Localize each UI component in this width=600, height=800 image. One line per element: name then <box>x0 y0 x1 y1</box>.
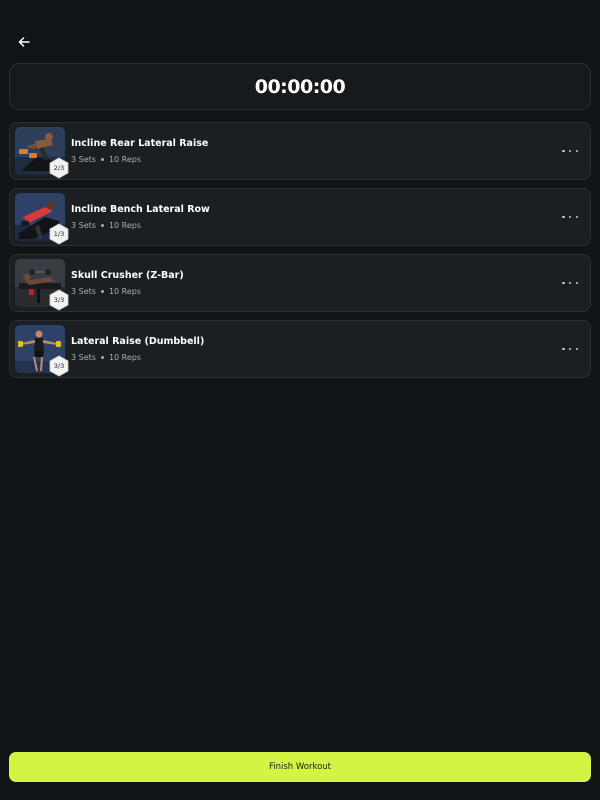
exercise-sets: 3 Sets <box>71 353 96 362</box>
exercise-meta: 3 Sets 10 Reps <box>71 353 141 362</box>
exercise-name: Incline Bench Lateral Row <box>71 204 210 215</box>
more-options-button[interactable] <box>562 211 578 223</box>
more-options-button[interactable] <box>562 277 578 289</box>
exercise-reps: 10 Reps <box>108 353 142 362</box>
exercise-name: Skull Crusher (Z-Bar) <box>71 270 184 281</box>
exercise-card[interactable]: 3/3 Lateral Raise (Dumbbell) 3 Sets 10 R… <box>9 320 591 378</box>
more-options-button[interactable] <box>562 343 578 355</box>
separator-dot <box>100 356 104 359</box>
exercise-meta: 3 Sets 10 Reps <box>71 155 141 164</box>
finish-workout-button[interactable]: Finish Workout <box>9 752 591 782</box>
exercise-sets: 3 Sets <box>71 155 96 164</box>
set-progress-badge: 1/3 <box>48 223 70 245</box>
more-horizontal-icon <box>562 281 578 285</box>
timer-card: 00:00:00 <box>9 63 591 110</box>
back-button[interactable] <box>14 32 34 52</box>
exercise-name: Lateral Raise (Dumbbell) <box>71 336 205 347</box>
exercise-card[interactable]: 3/3 Skull Crusher (Z-Bar) 3 Sets 10 Reps <box>9 254 591 312</box>
exercise-meta: 3 Sets 10 Reps <box>71 287 141 296</box>
more-horizontal-icon <box>562 149 578 153</box>
exercise-card[interactable]: 1/3 Incline Bench Lateral Row 3 Sets 10 … <box>9 188 591 246</box>
separator-dot <box>100 290 104 293</box>
exercise-sets: 3 Sets <box>71 221 96 230</box>
exercise-list: 2/3 Incline Rear Lateral Raise 3 Sets 10… <box>9 122 591 386</box>
set-progress-badge: 3/3 <box>48 355 70 377</box>
arrow-left-icon <box>18 37 30 47</box>
more-options-button[interactable] <box>562 145 578 157</box>
timer-display: 00:00:00 <box>254 75 346 98</box>
exercise-name: Incline Rear Lateral Raise <box>71 138 209 149</box>
separator-dot <box>100 158 104 161</box>
separator-dot <box>100 224 104 227</box>
exercise-reps: 10 Reps <box>108 155 142 164</box>
exercise-sets: 3 Sets <box>71 287 96 296</box>
exercise-reps: 10 Reps <box>108 287 142 296</box>
more-horizontal-icon <box>562 347 578 351</box>
set-progress-badge: 2/3 <box>48 157 70 179</box>
more-horizontal-icon <box>562 215 578 219</box>
set-progress-badge: 3/3 <box>48 289 70 311</box>
exercise-reps: 10 Reps <box>108 221 142 230</box>
exercise-meta: 3 Sets 10 Reps <box>71 221 141 230</box>
exercise-card[interactable]: 2/3 Incline Rear Lateral Raise 3 Sets 10… <box>9 122 591 180</box>
